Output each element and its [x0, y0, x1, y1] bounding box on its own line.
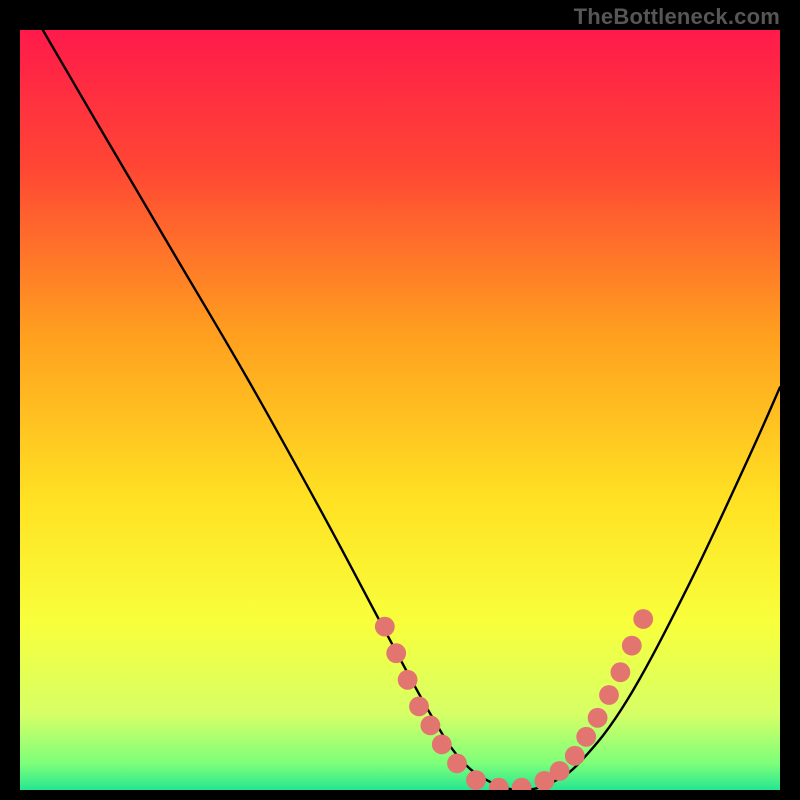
watermark-text: TheBottleneck.com — [574, 4, 780, 30]
highlight-dot — [375, 617, 395, 637]
highlight-dot — [633, 609, 653, 629]
highlight-dot — [466, 770, 486, 790]
highlight-dot — [447, 754, 467, 774]
highlight-dot — [550, 761, 570, 781]
highlight-dot — [398, 670, 418, 690]
chart-frame — [20, 30, 780, 790]
highlight-dot — [409, 697, 429, 717]
bottleneck-chart — [20, 30, 780, 790]
highlight-dot — [611, 662, 631, 682]
highlight-dot — [622, 636, 642, 656]
highlight-dot — [588, 708, 608, 728]
highlight-dot — [432, 735, 452, 755]
highlight-dot — [576, 727, 596, 747]
highlight-dot — [421, 716, 441, 736]
highlight-dot — [386, 643, 406, 663]
highlight-dot — [565, 746, 585, 766]
highlight-dot — [599, 685, 619, 705]
